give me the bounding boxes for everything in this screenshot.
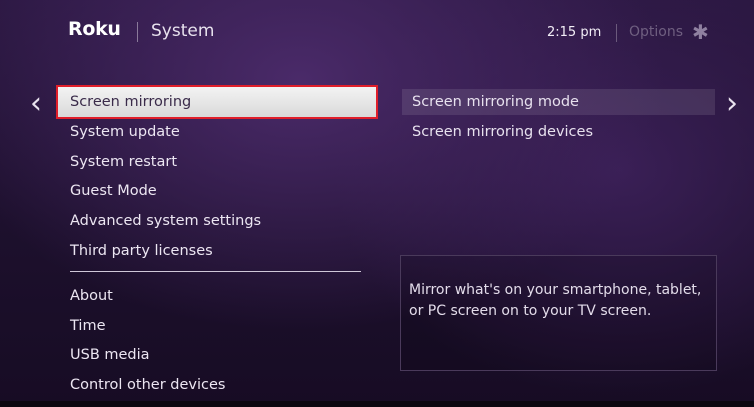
bottom-bar — [0, 401, 754, 407]
title-divider — [137, 22, 138, 42]
menu-item-screen-mirroring[interactable]: Screen mirroring — [56, 85, 378, 119]
menu-item-about[interactable]: About — [58, 281, 376, 311]
menu-item-guest-mode[interactable]: Guest Mode — [58, 176, 376, 206]
menu-item-third-party-licenses[interactable]: Third party licenses — [58, 236, 376, 266]
forward-arrow-icon[interactable]: › — [726, 86, 738, 121]
menu-item-system-restart[interactable]: System restart — [58, 147, 376, 177]
menu-divider — [70, 271, 361, 272]
menu-item-usb-media[interactable]: USB media — [58, 340, 376, 370]
roku-logo: Roku — [68, 18, 121, 40]
menu-item-control-other-devices[interactable]: Control other devices — [58, 370, 376, 400]
menu-item-advanced-system-settings[interactable]: Advanced system settings — [58, 206, 376, 236]
options-label[interactable]: Options — [629, 24, 683, 40]
menu-item-system-update[interactable]: System update — [58, 117, 376, 147]
submenu-item-screen-mirroring-devices[interactable]: Screen mirroring devices — [402, 119, 715, 145]
menu-item-time[interactable]: Time — [58, 311, 376, 341]
submenu-item-screen-mirroring-mode[interactable]: Screen mirroring mode — [402, 89, 715, 115]
header-divider — [616, 24, 617, 42]
asterisk-icon[interactable]: ✱ — [692, 20, 709, 44]
back-arrow-icon[interactable]: ‹ — [30, 86, 42, 121]
page-title: System — [151, 21, 215, 41]
clock: 2:15 pm — [547, 25, 602, 40]
info-description: Mirror what's on your smartphone, tablet… — [409, 282, 702, 319]
